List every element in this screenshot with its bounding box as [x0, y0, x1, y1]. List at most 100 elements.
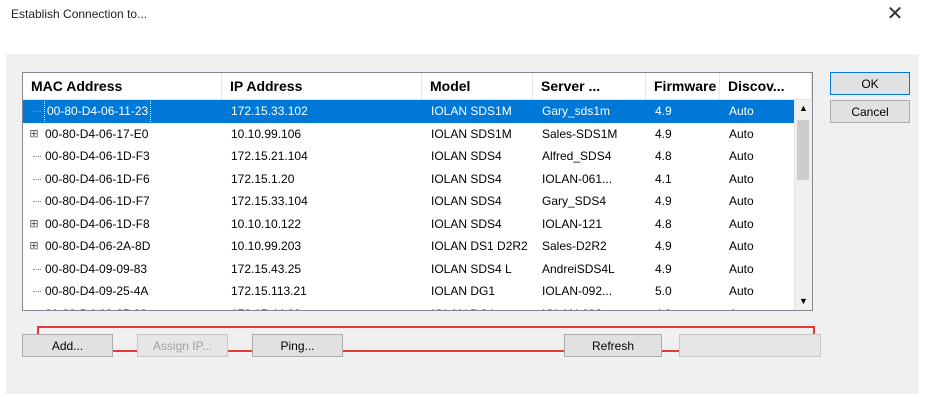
cell-discovery: Auto	[729, 194, 754, 208]
cell-discovery: Auto	[729, 261, 754, 276]
cell-mac: 00-80-D4-06-1D-F7	[23, 190, 222, 213]
device-list[interactable]: MAC Address IP Address Model Server ... …	[22, 72, 813, 311]
assign-ip-button: Assign IP...	[137, 334, 228, 357]
cell-mac: ⊞ 00-80-D4-06-2A-8D	[23, 235, 222, 258]
cell-ip: 172.15.33.104	[231, 194, 308, 208]
mac-address: 00-80-D4-06-17-E0	[45, 126, 149, 141]
cell-ip: 172.15.1.20	[231, 171, 295, 186]
table-row[interactable]: ⊞ 00-80-D4-06-1D-F8 10.10.10.122 IOLAN SDS4…	[23, 213, 794, 236]
column-header-server[interactable]: Server ...	[533, 73, 646, 99]
cell-server: IOLAN-061...	[542, 171, 613, 186]
column-header-firmware[interactable]: Firmware	[646, 73, 720, 99]
scroll-down-icon[interactable]: ▼	[795, 293, 812, 310]
column-header-ip[interactable]: IP Address	[222, 73, 422, 99]
cell-server: Alfred_SDS4	[542, 149, 612, 163]
cell-ip: 10.10.99.106	[231, 126, 302, 141]
cell-ip: 172.15.21.104	[231, 149, 308, 163]
tree-line-icon	[27, 168, 41, 191]
table-body: 00-80-D4-06-11-23 172.15.33.102 IOLAN SDS1…	[23, 100, 794, 311]
cell-firmware: 4.9	[655, 104, 672, 118]
cell-server: Gary_sds1m	[542, 104, 611, 118]
cell-mac: 00-80-D4-09-09-83	[23, 258, 222, 281]
cell-ip: 10.10.99.203	[231, 239, 302, 253]
add-button[interactable]: Add...	[22, 334, 113, 357]
cell-mac: 00-80-D4-09-25-4A	[23, 280, 222, 303]
dialog-body: MAC Address IP Address Model Server ... …	[6, 54, 919, 394]
tree-line-icon	[27, 303, 41, 311]
cell-model: IOLAN DG1	[422, 303, 533, 311]
cell-mac: 00-80-D4-06-1D-F6	[23, 168, 222, 191]
ok-button[interactable]: OK	[830, 72, 910, 95]
table-row[interactable]: 00-80-D4-09-09-83 172.15.43.25 IOLAN SDS4 …	[23, 258, 794, 281]
cell-model: IOLAN DG1	[431, 284, 496, 298]
column-header-discovery[interactable]: Discov...	[720, 73, 812, 99]
ping-button[interactable]: Ping...	[252, 334, 343, 357]
cell-model: IOLAN SDS1M	[431, 104, 512, 118]
cell-server: Gary_SDS4	[542, 194, 607, 208]
mac-address: 00-80-D4-06-1D-F8	[45, 216, 150, 231]
table-row[interactable]: ⊞ 00-80-D4-06-17-E0 10.10.99.106 IOLAN SDS1…	[23, 123, 794, 146]
close-icon[interactable]: ✕	[883, 2, 907, 26]
extra-button	[679, 334, 821, 357]
cell-firmware: 4.9	[655, 239, 672, 253]
cell-ip: 172.15.113.21	[231, 284, 307, 298]
cell-mac: ⊞ 00-80-D4-06-17-E0	[23, 123, 222, 146]
expand-icon[interactable]: ⊞	[27, 123, 41, 146]
cell-mac: ⊞ 00-80-D4-06-1D-F8	[23, 213, 222, 236]
cell-server: Sales-SDS1M	[542, 126, 618, 141]
mac-address: 00-80-D4-06-1D-F7	[45, 194, 150, 208]
title-bar: Establish Connection to... ✕	[0, 0, 925, 34]
refresh-button[interactable]: Refresh	[564, 334, 662, 357]
tree-line-icon	[27, 100, 41, 123]
cell-server: IOLAN-121	[542, 216, 603, 231]
tree-line-icon	[27, 258, 41, 281]
cell-discovery: Auto	[729, 104, 754, 118]
cell-discovery: Auto	[729, 171, 754, 186]
cell-server: IOLAN-092...	[542, 284, 613, 298]
cell-firmware: 4.8	[655, 216, 672, 231]
cell-model: IOLAN SDS4 L	[431, 261, 512, 276]
cell-model: IOLAN SDS4	[431, 171, 502, 186]
cell-discovery: Auto	[729, 126, 754, 141]
mac-address: 00-80-D4-09-09-83	[45, 261, 148, 276]
tree-line-icon	[27, 190, 41, 213]
vertical-scrollbar[interactable]: ▲ ▼	[794, 100, 812, 310]
mac-address: 00-80-D4-06-1D-F3	[45, 149, 150, 163]
cell-firmware: 5.0	[655, 284, 672, 298]
table-header: MAC Address IP Address Model Server ... …	[23, 73, 812, 100]
cell-model: IOLAN SDS4	[431, 149, 502, 163]
table-row[interactable]: 00-80-D4-06-1D-F3 172.15.21.104 IOLAN SDS4…	[23, 145, 794, 168]
column-header-model[interactable]: Model	[422, 73, 533, 99]
cell-discovery: Auto	[729, 149, 754, 163]
cell-ip: 172.15.33.102	[231, 104, 308, 118]
cell-ip: 172.15.44.99	[222, 303, 422, 311]
scroll-thumb[interactable]	[797, 120, 809, 180]
table-row[interactable]: ⊞ 00-80-D4-06-2A-8D 10.10.99.203 IOLAN DS1 …	[23, 235, 794, 258]
column-header-mac[interactable]: MAC Address	[23, 73, 222, 99]
table-row[interactable]: 00-80-D4-06-1D-F7 172.15.33.104 IOLAN SDS4…	[23, 190, 794, 213]
cell-ip: 10.10.10.122	[231, 216, 302, 231]
cell-ip: 172.15.43.25	[231, 261, 302, 276]
cell-discovery: Auto	[729, 284, 754, 298]
cell-mac: 00-80-D4-09-25-92	[23, 303, 222, 311]
cell-server: AndreiSDS4L	[542, 261, 615, 276]
cell-discovery: Auto	[729, 239, 754, 253]
table-row[interactable]: 00-80-D4-06-1D-F6 172.15.1.20 IOLAN SDS4 IO…	[23, 168, 794, 191]
cell-mac: 00-80-D4-06-1D-F3	[23, 145, 222, 168]
cell-server: Sales-D2R2	[542, 239, 607, 253]
table-row[interactable]: 00-80-D4-06-11-23 172.15.33.102 IOLAN SDS1…	[23, 100, 794, 123]
mac-address: 00-80-D4-09-25-92	[45, 303, 147, 311]
cell-firmware: 4.9	[655, 194, 672, 208]
cell-discovery: Auto	[729, 216, 754, 231]
cell-discovery: Auto	[720, 303, 794, 311]
cell-model: IOLAN DS1 D2R2	[431, 239, 528, 253]
table-row[interactable]: 00-80-D4-09-25-92 172.15.44.99IOLAN DG1IO…	[23, 303, 794, 311]
cancel-button[interactable]: Cancel	[830, 100, 910, 123]
scroll-up-icon[interactable]: ▲	[795, 100, 812, 117]
tree-line-icon	[27, 280, 41, 303]
expand-icon[interactable]: ⊞	[27, 213, 41, 236]
cell-firmware: 4.9	[655, 261, 672, 276]
mac-address: 00-80-D4-06-11-23	[43, 100, 152, 123]
table-row[interactable]: 00-80-D4-09-25-4A 172.15.113.21 IOLAN DG1 I…	[23, 280, 794, 303]
expand-icon[interactable]: ⊞	[27, 235, 41, 258]
